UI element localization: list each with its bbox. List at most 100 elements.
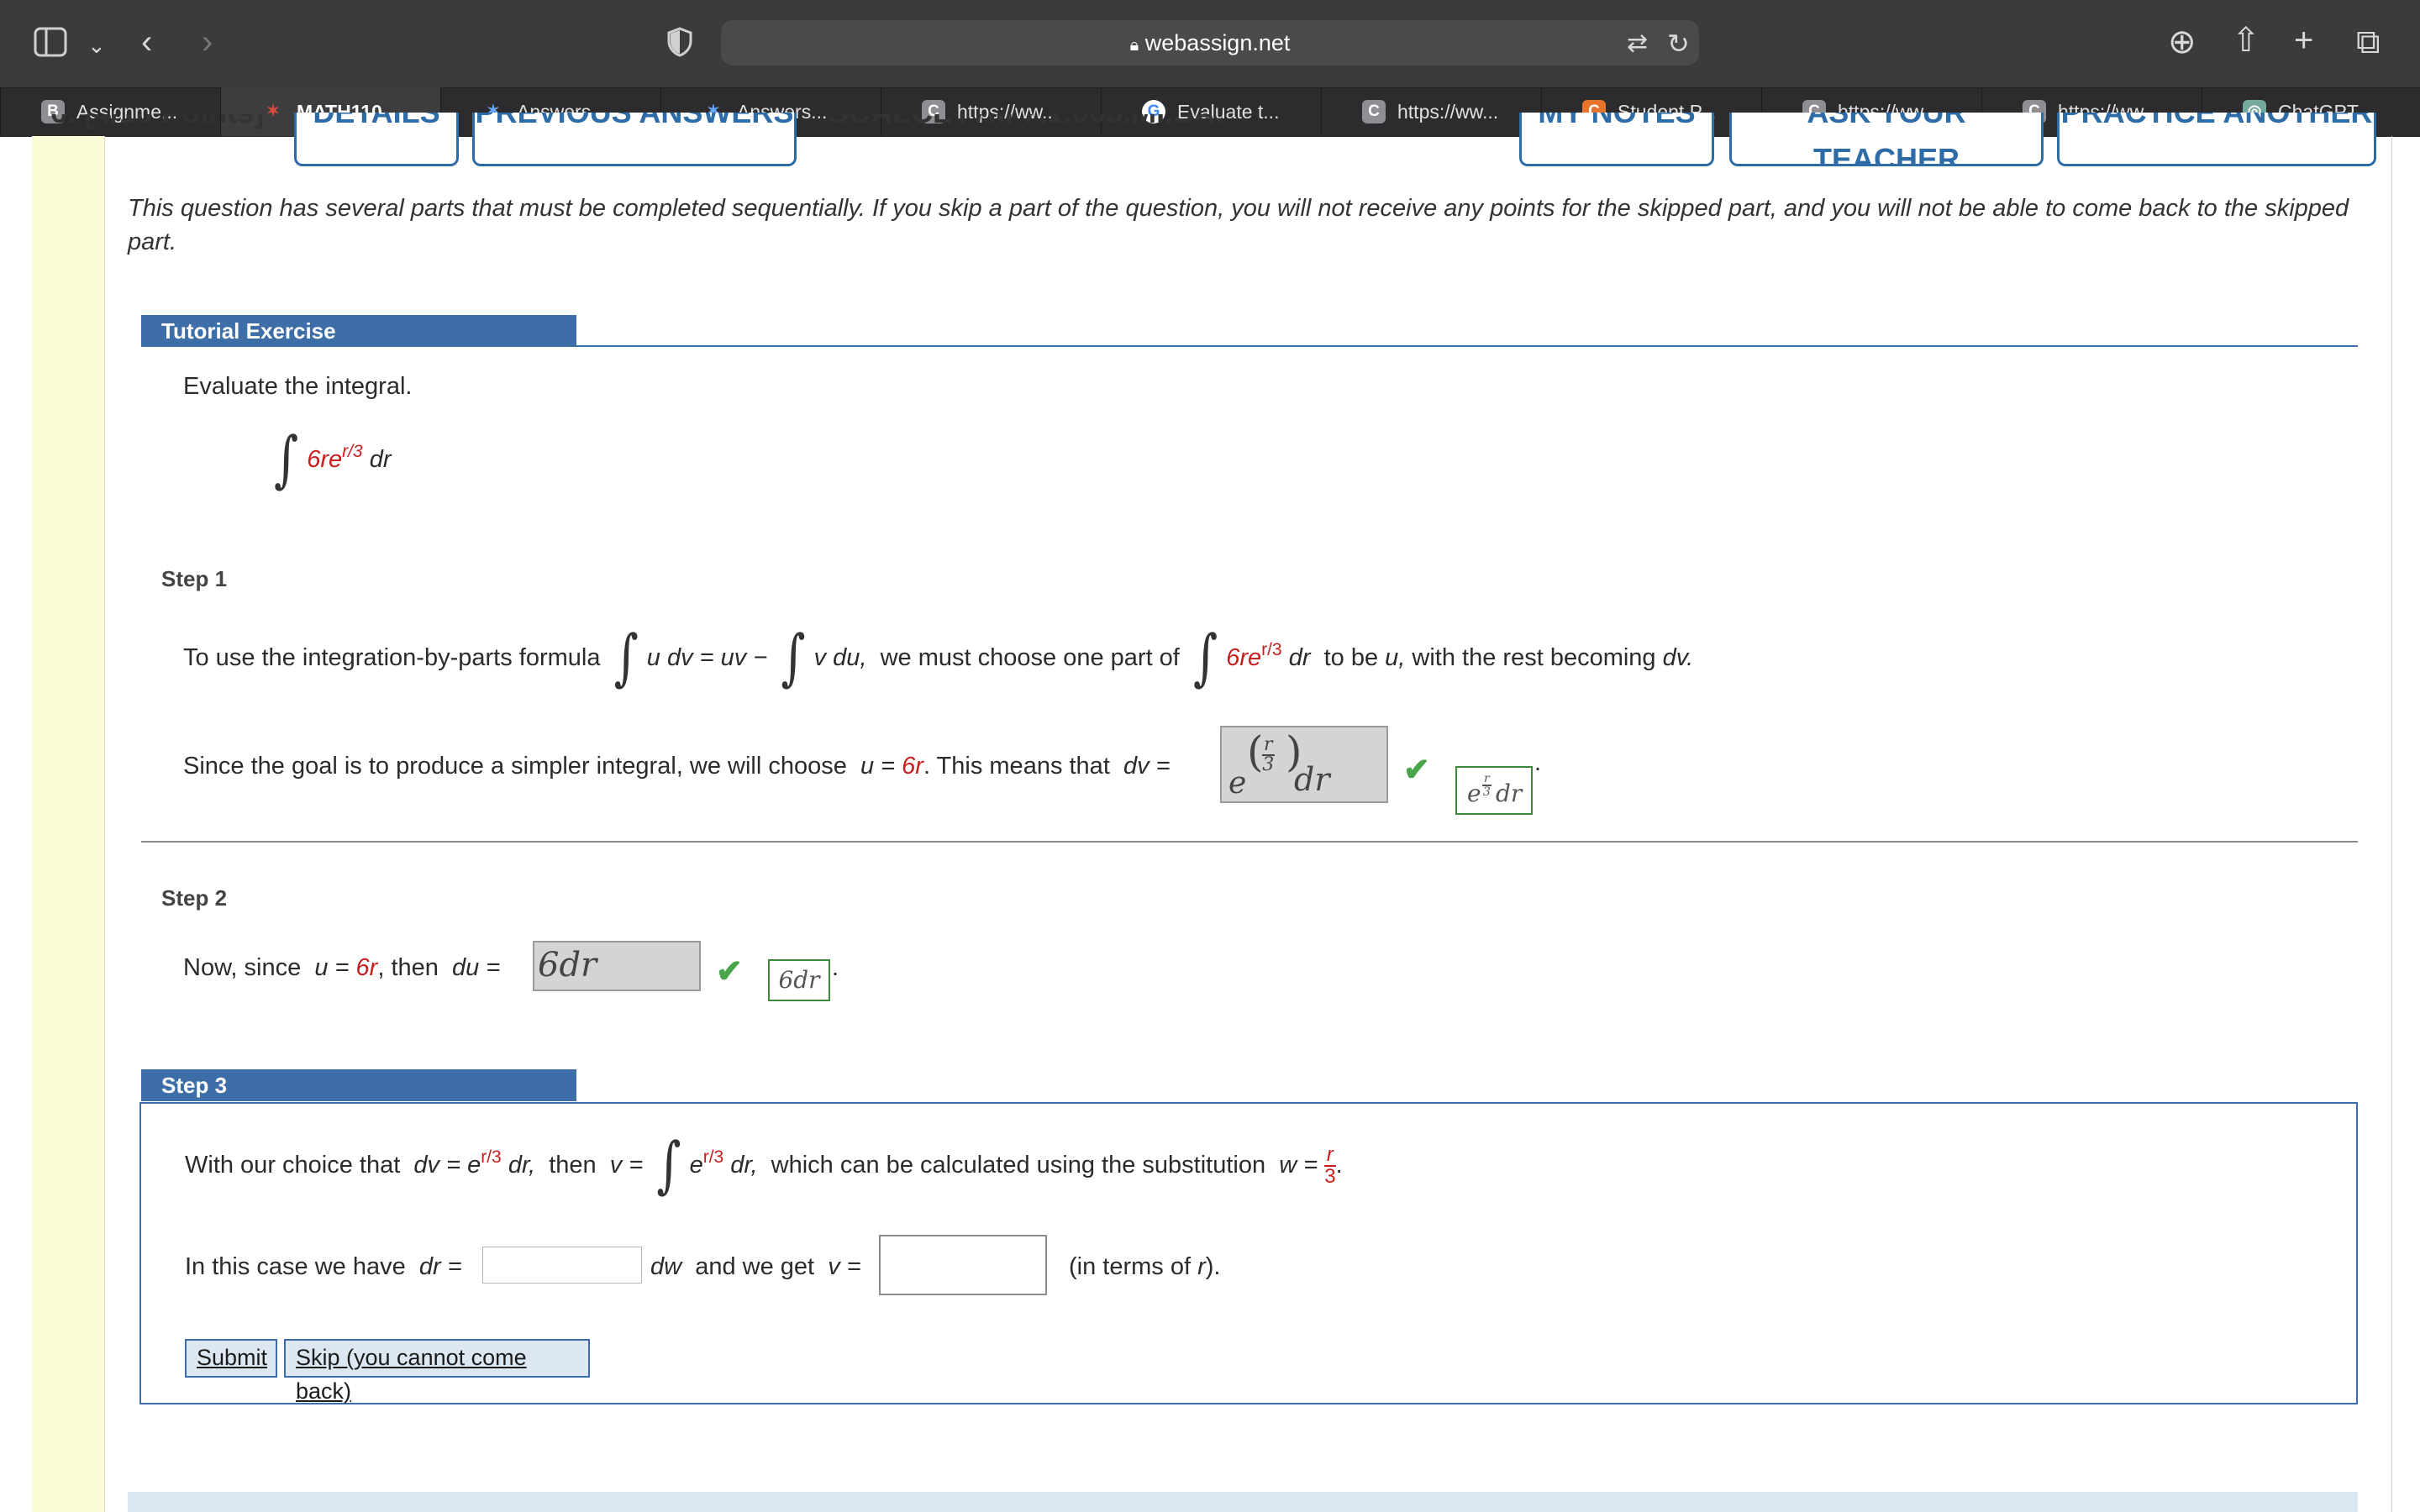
step3-v-eq: v = (609, 1152, 644, 1179)
step3-dw: dw (650, 1253, 682, 1280)
integrand: 6re (307, 446, 343, 473)
w-numerator: r (1324, 1145, 1336, 1168)
v-input[interactable] (879, 1235, 1047, 1295)
step3-text-b: which can be calculated using the substi… (771, 1152, 1266, 1179)
previous-answers-button[interactable]: PREVIOUS ANSWERS (472, 113, 797, 166)
step1-dr: dr (1288, 644, 1311, 671)
back-icon[interactable]: ‹ (141, 25, 152, 59)
terms-r: r (1197, 1253, 1206, 1280)
step1-u-eq: u = (860, 753, 902, 780)
tutorial-prompt: Evaluate the integral. (183, 373, 413, 400)
terms-end: ). (1205, 1253, 1221, 1280)
chevron-down-icon[interactable]: ⌄ (87, 29, 106, 62)
step3-int-exponent: r/3 (702, 1147, 724, 1167)
step3-and-we-get: and we get (695, 1253, 815, 1280)
step1-u: u, (1385, 644, 1406, 671)
answer-fraction: r3 (1262, 736, 1275, 774)
step1-line1: To use the integration-by-parts formula … (183, 627, 1694, 689)
translate-icon[interactable]: ⇄ (1627, 27, 1648, 60)
check-icon: ✔ (1403, 753, 1430, 788)
step1-dv: dv. (1662, 644, 1694, 671)
shield-icon[interactable] (667, 27, 692, 63)
step1-line2-b: . This means that (923, 753, 1110, 780)
integral-icon: ∫ (781, 622, 806, 694)
submit-button[interactable]: Submit (185, 1339, 277, 1378)
step3-dv-dr: dr, (508, 1152, 536, 1179)
answer-e: e (1228, 766, 1247, 801)
step3-terms: (in terms of r). (1069, 1250, 1220, 1284)
step3-line2-text: In this case we have (185, 1253, 406, 1280)
tab-label: https://ww... (1397, 101, 1499, 123)
download-icon[interactable]: ⊕ (2168, 25, 2196, 59)
step2-text-a: Now, since (183, 954, 302, 981)
step1-formula-a: u dv = uv − (646, 644, 768, 671)
answer-numerator: r (1262, 734, 1275, 756)
step2-line: Now, since u = 6r, then du = (183, 951, 500, 984)
step2-du-eq: du = (452, 954, 501, 981)
step2-label: Step 2 (161, 885, 228, 911)
question-code: SCALCET7M 7.1.005.MI.SA. (829, 114, 1223, 136)
ask-teacher-label: ASK YOUR TEACHER (1807, 113, 1965, 166)
w-denominator: 3 (1324, 1165, 1336, 1189)
step1-integrand: 6re (1226, 644, 1262, 671)
terms-text: (in terms of (1069, 1253, 1192, 1280)
dr-input[interactable] (482, 1247, 642, 1284)
question-code-text: SCALCET7M 7.1.005.MI.SA. (829, 114, 1223, 129)
practice-another-label: PRACTICE ANOTHER (2061, 113, 2373, 129)
step3-w-fraction: r3 (1324, 1145, 1336, 1189)
step3-period: . (1335, 1152, 1343, 1179)
question-points: 6. [4/10 Points] (50, 114, 264, 136)
skip-button[interactable]: Skip (you cannot come back) (284, 1339, 590, 1404)
step1-dv-eq: dv = (1123, 753, 1171, 780)
step1-text-b: we must choose one part of (880, 644, 1180, 671)
integral-icon: ∫ (656, 1130, 681, 1201)
correct-dr: dr (1496, 780, 1523, 807)
step2-period: . (832, 954, 839, 981)
answer-denominator: 3 (1262, 754, 1275, 775)
step3-dv-eq: dv = e (413, 1152, 481, 1179)
sidebar-toggle-icon[interactable] (34, 27, 67, 63)
step1-answer-field[interactable]: e ( r3 ) dr (1220, 726, 1388, 803)
ask-teacher-button[interactable]: ASK YOUR TEACHER (1729, 113, 2044, 166)
step1-label: Step 1 (161, 566, 228, 591)
integral-icon: ∫ (274, 424, 299, 496)
step1-line2-a: Since the goal is to produce a simpler i… (183, 753, 847, 780)
step3-v2-eq: v = (828, 1253, 861, 1280)
reload-icon[interactable]: ↻ (1667, 27, 1690, 60)
step1-text-c: to be (1323, 644, 1379, 671)
forward-icon[interactable]: › (202, 25, 213, 59)
answer-dr: dr (1294, 761, 1330, 798)
practice-another-button[interactable]: PRACTICE ANOTHER (2057, 113, 2376, 166)
integrand-dr: dr (369, 446, 392, 473)
correct-e: e (1467, 780, 1481, 807)
step2-correct-answer: 6dr (768, 959, 830, 1001)
integral-icon: ∫ (613, 622, 639, 694)
left-paren: ( (1247, 727, 1264, 776)
step1-correct-answer: e r3 dr (1455, 766, 1533, 815)
step3-then: then (549, 1152, 597, 1179)
my-notes-button[interactable]: MY NOTES (1519, 113, 1714, 166)
details-label: DETAILS (313, 113, 439, 129)
tab-6[interactable]: Chttps://ww... (1321, 87, 1541, 136)
lock-icon: 🔒︎ (1129, 36, 1139, 55)
step-divider (141, 841, 2358, 843)
address-bar[interactable]: 🔒︎ webassign.net ⇄ ↻ (721, 20, 1699, 66)
step1-period: . (1534, 749, 1542, 776)
step1-exponent: r/3 (1261, 640, 1282, 659)
step2-u-value: 6r (355, 954, 378, 981)
step3-text-a: With our choice that (185, 1152, 401, 1179)
share-icon[interactable]: ⇧ (2232, 24, 2260, 57)
intro-text: This question has several parts that mus… (128, 195, 2349, 255)
details-button[interactable]: DETAILS (294, 113, 459, 166)
check-icon: ✔ (716, 954, 743, 990)
step2-answer-field[interactable]: 6dr (533, 941, 701, 991)
tab-overview-icon[interactable]: ⧉ (2356, 25, 2381, 59)
step3-line2-b: dw and we get v = (650, 1250, 861, 1284)
step3-line2-a: In this case we have dr = (185, 1250, 462, 1284)
step3-line1: With our choice that dv = er/3 dr, then … (185, 1130, 1343, 1201)
step2-u-eq: u = (314, 954, 356, 981)
previous-answers-label: PREVIOUS ANSWERS (476, 113, 794, 129)
correct-denominator: 3 (1482, 785, 1491, 799)
step1-line2: Since the goal is to produce a simpler i… (183, 749, 1171, 783)
new-tab-icon[interactable]: + (2294, 24, 2313, 57)
